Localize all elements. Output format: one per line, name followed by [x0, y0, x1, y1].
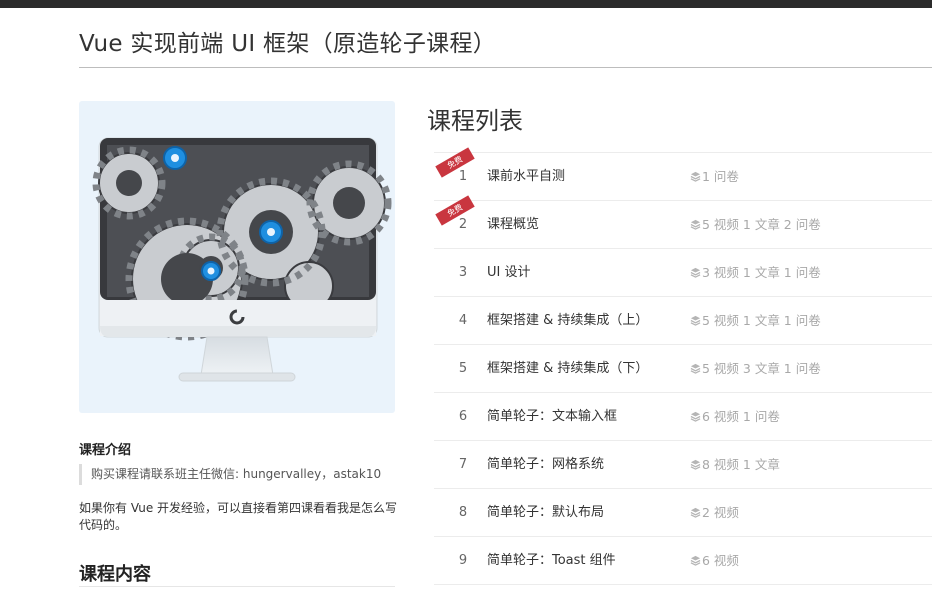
lesson-title[interactable]: 课前水平自测	[487, 153, 565, 200]
lesson-meta-text: 5 视频 3 文章 1 问卷	[702, 361, 821, 376]
lesson-meta-text: 5 视频 1 文章 1 问卷	[702, 313, 821, 328]
layers-icon	[690, 411, 701, 422]
lesson-title[interactable]: 简单轮子：文本输入框	[487, 393, 617, 440]
layers-icon	[690, 363, 701, 374]
lesson-number: 4	[458, 313, 468, 328]
course-intro-heading: 课程介绍	[79, 443, 132, 458]
course-list-item[interactable]: 9 简单轮子：Toast 组件 6 视频	[434, 537, 932, 585]
course-list-item[interactable]: 5 框架搭建 & 持续集成（下） 5 视频 3 文章 1 问卷	[434, 345, 932, 393]
lesson-number: 5	[458, 361, 468, 376]
lesson-meta-text: 6 视频 1 问卷	[702, 409, 780, 424]
wechat-contact-quote: 购买课程请联系班主任微信: hungervalley，astak10	[79, 464, 381, 485]
title-divider	[79, 67, 932, 68]
course-content-heading: 课程内容	[79, 564, 151, 585]
layers-icon	[690, 315, 701, 326]
lesson-meta-text: 3 视频 1 文章 1 问卷	[702, 265, 821, 280]
lesson-number: 8	[458, 505, 468, 520]
course-cover-image	[79, 101, 395, 413]
lesson-meta-text: 8 视频 1 文章	[702, 457, 780, 472]
lesson-meta: 3 视频 1 文章 1 问卷	[690, 249, 821, 296]
monitor-gears-illustration	[92, 137, 392, 382]
lesson-meta: 2 视频	[690, 489, 739, 536]
lesson-number: 1	[458, 169, 468, 184]
lesson-meta: 5 视频 3 文章 1 问卷	[690, 345, 821, 392]
course-list-heading: 课程列表	[427, 107, 523, 135]
layers-icon	[690, 459, 701, 470]
course-list-item[interactable]: 免费 1 课前水平自测 1 问卷	[434, 147, 932, 201]
lesson-meta-text: 6 视频	[702, 553, 739, 568]
lesson-meta: 1 问卷	[690, 153, 739, 200]
course-list-item[interactable]: 8 简单轮子：默认布局 2 视频	[434, 489, 932, 537]
page-title: Vue 实现前端 UI 框架（原造轮子课程）	[79, 31, 497, 57]
course-list-item[interactable]: 4 框架搭建 & 持续集成（上） 5 视频 1 文章 1 问卷	[434, 297, 932, 345]
lesson-number: 2	[458, 217, 468, 232]
layers-icon	[690, 219, 701, 230]
course-list-item[interactable]: 6 简单轮子：文本输入框 6 视频 1 问卷	[434, 393, 932, 441]
course-list: 免费 1 课前水平自测 1 问卷 免费 2 课程概览 5 视频 1 文章 2 问…	[434, 147, 932, 585]
layers-icon	[690, 171, 701, 182]
lesson-meta: 6 视频 1 问卷	[690, 393, 780, 440]
lesson-meta-text: 5 视频 1 文章 2 问卷	[702, 217, 821, 232]
lesson-meta-text: 1 问卷	[702, 169, 739, 184]
lesson-title[interactable]: UI 设计	[487, 249, 530, 296]
lesson-number: 7	[458, 457, 468, 472]
layers-icon	[690, 267, 701, 278]
lesson-title[interactable]: 简单轮子：Toast 组件	[487, 537, 616, 584]
lesson-title[interactable]: 简单轮子：默认布局	[487, 489, 604, 536]
layers-icon	[690, 555, 701, 566]
lesson-title[interactable]: 框架搭建 & 持续集成（下）	[487, 345, 648, 392]
content-divider	[79, 586, 395, 587]
top-bar	[0, 0, 932, 8]
course-intro-text: 如果你有 Vue 开发经验，可以直接看第四课看看我是怎么写代码的。	[79, 501, 398, 532]
lesson-meta: 5 视频 1 文章 1 问卷	[690, 297, 821, 344]
lesson-number: 3	[458, 265, 468, 280]
lesson-meta: 8 视频 1 文章	[690, 441, 780, 488]
lesson-meta-text: 2 视频	[702, 505, 739, 520]
lesson-meta: 5 视频 1 文章 2 问卷	[690, 201, 821, 248]
lesson-title[interactable]: 简单轮子：网格系统	[487, 441, 604, 488]
lesson-number: 6	[458, 409, 468, 424]
lesson-title[interactable]: 课程概览	[487, 201, 539, 248]
course-list-item[interactable]: 免费 2 课程概览 5 视频 1 文章 2 问卷	[434, 195, 932, 249]
layers-icon	[690, 507, 701, 518]
course-list-item[interactable]: 7 简单轮子：网格系统 8 视频 1 文章	[434, 441, 932, 489]
lesson-title[interactable]: 框架搭建 & 持续集成（上）	[487, 297, 648, 344]
course-list-item[interactable]: 3 UI 设计 3 视频 1 文章 1 问卷	[434, 249, 932, 297]
lesson-number: 9	[458, 553, 468, 568]
lesson-meta: 6 视频	[690, 537, 739, 584]
